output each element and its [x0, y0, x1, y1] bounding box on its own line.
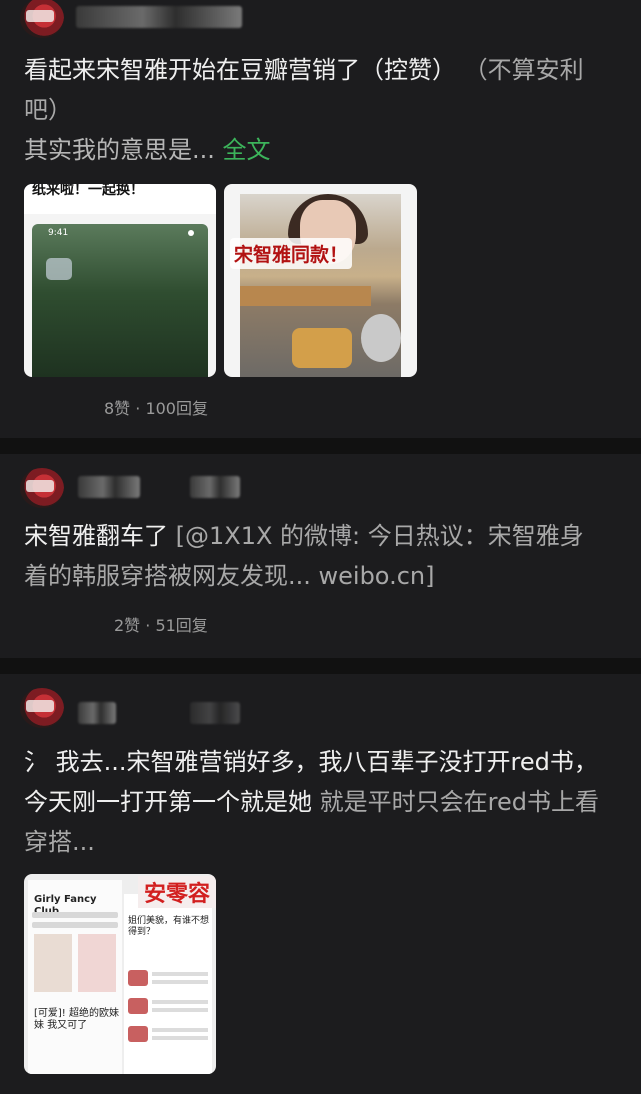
author-tag-blurred[interactable]	[190, 702, 240, 724]
post-image-2[interactable]: 宋智雅同款！	[224, 184, 417, 377]
product-photo	[78, 934, 116, 992]
post-title[interactable]: 宋智雅翻车了 [@1X1X 的微博: 今日热议：宋智雅身着的韩服穿搭被网友发现.…	[24, 516, 594, 596]
post-card-1[interactable]: 看起来宋智雅开始在豆瓣营销了（控赞） （不算安利吧） 其实我的意思是... 全文…	[0, 0, 641, 438]
food-shape	[292, 328, 352, 368]
phone-screenshot: 9:41	[32, 224, 208, 377]
post-image[interactable]: Girly Fancy Club [可爱]! 超绝的欧妹妹 我又可了 姐们美貌，…	[24, 874, 216, 1074]
post-image-1[interactable]: 纸来啦！一起换！ 9:41	[24, 184, 216, 377]
avatar[interactable]	[20, 468, 64, 508]
camera-dot-icon	[188, 230, 194, 236]
avatar[interactable]	[20, 0, 64, 38]
product-title: [可爱]! 超绝的欧妹妹 我又可了	[34, 1008, 119, 1031]
image-overlay-text: 安零容	[137, 876, 216, 908]
author-name-blurred[interactable]	[76, 6, 242, 28]
post-title[interactable]: 氵 我去...宋智雅营销好多，我八百辈子没打开red书，今天刚一打开第一个就是她…	[24, 742, 614, 862]
post-card-2[interactable]: 宋智雅翻车了 [@1X1X 的微博: 今日热议：宋智雅身着的韩服穿搭被网友发现.…	[0, 454, 641, 658]
post-title-text: 看起来宋智雅开始在豆瓣营销了（控赞）	[24, 56, 456, 84]
author-name-blurred[interactable]	[78, 476, 140, 498]
image-caption: 纸来啦！一起换！	[24, 184, 216, 214]
post-title-text: 宋智雅翻车了	[24, 522, 168, 550]
author-name-blurred[interactable]	[78, 702, 116, 724]
post-separator	[0, 658, 641, 674]
post-prefix: 氵	[24, 748, 48, 776]
post-excerpt: 其实我的意思是... 全文	[24, 130, 614, 170]
avatar[interactable]	[20, 688, 64, 728]
post-meta: 8赞 · 100回复	[104, 399, 208, 418]
image-overlay-text: 宋智雅同款！	[230, 238, 353, 269]
full-text-link[interactable]: 全文	[223, 136, 271, 164]
post-separator	[0, 438, 641, 454]
tray-shape	[240, 286, 371, 306]
post-meta: 2赞 · 51回复	[114, 616, 208, 635]
shop-screenshot-left: Girly Fancy Club [可爱]! 超绝的欧妹妹 我又可了	[28, 880, 122, 1074]
excerpt-text: 其实我的意思是...	[24, 136, 215, 164]
app-folder-icon	[46, 258, 72, 280]
post-card-3[interactable]: 氵 我去...宋智雅营销好多，我八百辈子没打开red书，今天刚一打开第一个就是她…	[0, 674, 641, 1094]
author-tag-blurred[interactable]	[190, 476, 240, 498]
bowl-shape	[361, 314, 401, 362]
product-photo	[34, 934, 72, 992]
status-time: 9:41	[48, 228, 69, 238]
shop-screenshot-right: 姐们美貌，有谁不想得到？	[124, 894, 212, 1074]
promo-text: 姐们美貌，有谁不想得到？	[128, 916, 210, 937]
food-photo	[240, 194, 401, 377]
post-title[interactable]: 看起来宋智雅开始在豆瓣营销了（控赞） （不算安利吧）	[24, 50, 614, 130]
